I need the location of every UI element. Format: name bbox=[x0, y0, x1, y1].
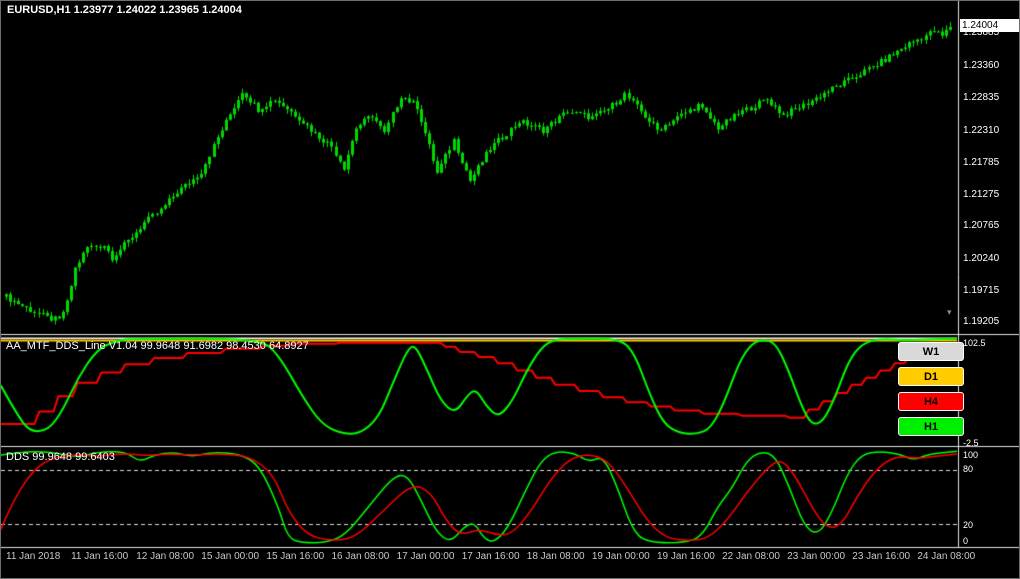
timeframe-button-group: W1 D1 H4 H1 bbox=[898, 342, 964, 436]
indicator2-scale-0: 0 bbox=[963, 536, 969, 546]
time-axis-label: 15 Jan 16:00 bbox=[266, 551, 325, 562]
indicator1-title: AA_MTF_DDS_Line V1.04 99.9648 91.6982 98… bbox=[6, 340, 309, 352]
current-price-badge: 1.24004 bbox=[960, 19, 1019, 33]
time-axis-label: 22 Jan 08:00 bbox=[722, 551, 780, 562]
price-axis-label: 1.21785 bbox=[963, 157, 1000, 169]
time-axis-label: 16 Jan 08:00 bbox=[331, 551, 390, 562]
timeframe-button-h1[interactable]: H1 bbox=[898, 417, 964, 436]
price-axis-label: 1.20240 bbox=[963, 252, 1000, 264]
time-axis-label: 17 Jan 00:00 bbox=[396, 551, 455, 562]
indicator2-scale-100: 100 bbox=[963, 450, 979, 460]
price-axis-label: 1.19205 bbox=[963, 316, 1000, 328]
time-axis-label: 18 Jan 08:00 bbox=[526, 551, 585, 562]
time-axis-label: 11 Jan 16:00 bbox=[71, 551, 129, 562]
time-axis-label: 19 Jan 16:00 bbox=[656, 551, 715, 562]
timeframe-button-d1[interactable]: D1 bbox=[898, 367, 964, 386]
price-axis-label: 1.22310 bbox=[963, 124, 1000, 136]
symbol-ohlc-label: EURUSD,H1 1.23977 1.24022 1.23965 1.2400… bbox=[7, 4, 242, 16]
time-axis-label: 24 Jan 08:00 bbox=[917, 551, 976, 562]
time-axis-label: 17 Jan 16:00 bbox=[461, 551, 520, 562]
price-axis-label: 1.21275 bbox=[963, 188, 1000, 200]
price-axis-label: 1.22835 bbox=[963, 92, 1000, 104]
chart-canvas[interactable] bbox=[1, 1, 1019, 578]
chart-shift-icon: ▾ bbox=[947, 307, 952, 317]
time-axis-label: 11 Jan 2018 bbox=[6, 551, 61, 562]
indicator1-scale-top: 102.5 bbox=[963, 338, 986, 348]
price-axis-label: 1.20765 bbox=[963, 220, 1000, 232]
timeframe-button-w1[interactable]: W1 bbox=[898, 342, 964, 361]
price-axis-label: 1.19715 bbox=[963, 284, 1000, 296]
timeframe-button-h4[interactable]: H4 bbox=[898, 392, 964, 411]
indicator1-scale-bottom: -2.5 bbox=[963, 438, 979, 448]
indicator2-scale-20: 20 bbox=[963, 520, 974, 530]
time-axis-label: 23 Jan 16:00 bbox=[852, 551, 911, 562]
time-axis-label: 19 Jan 00:00 bbox=[591, 551, 650, 562]
price-axis-label: 1.23360 bbox=[963, 59, 1000, 71]
indicator2-title: DDS 99.9648 99.6403 bbox=[6, 451, 115, 463]
time-axis-label: 12 Jan 08:00 bbox=[136, 551, 195, 562]
indicator2-scale-80: 80 bbox=[963, 464, 974, 474]
time-axis-label: 23 Jan 00:00 bbox=[787, 551, 845, 562]
trading-chart-window: EURUSD,H1 1.23977 1.24022 1.23965 1.2400… bbox=[0, 0, 1020, 579]
time-axis-label: 15 Jan 00:00 bbox=[201, 551, 260, 562]
